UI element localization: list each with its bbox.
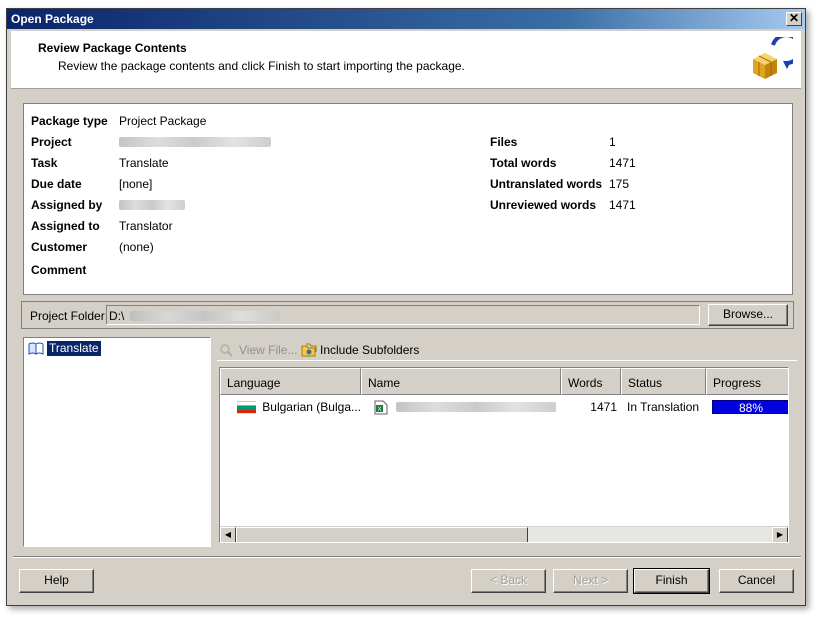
bulgaria-flag-icon <box>237 401 257 413</box>
page-subtitle: Review the package contents and click Fi… <box>58 59 465 73</box>
files-label: Files <box>490 135 518 149</box>
view-file-label: View File... <box>239 343 298 357</box>
customer-label: Customer <box>31 240 88 254</box>
scroll-thumb[interactable] <box>236 527 528 542</box>
help-button[interactable]: Help <box>19 569 94 593</box>
project-folder-path-redacted <box>129 311 280 321</box>
due-date-label: Due date <box>31 177 82 191</box>
package-type-label: Package type <box>31 114 108 128</box>
cancel-button[interactable]: Cancel <box>719 569 794 593</box>
wizard-header: Review Package Contents Review the packa… <box>11 31 801 89</box>
back-button[interactable]: < Back <box>471 569 546 593</box>
package-type-value: Project Package <box>119 114 207 128</box>
assigned-to-value: Translator <box>119 219 173 233</box>
close-button[interactable]: ✕ <box>786 12 802 26</box>
assigned-to-label: Assigned to <box>31 219 100 233</box>
footer-separator <box>13 556 801 558</box>
language-cell: Bulgarian (Bulga... <box>220 397 361 417</box>
finish-button[interactable]: Finish <box>633 568 710 594</box>
task-label: Task <box>31 156 58 170</box>
package-import-icon <box>753 37 793 79</box>
xml-file-icon: X <box>374 400 388 414</box>
page-title: Review Package Contents <box>38 41 187 55</box>
file-name-redacted <box>396 402 556 412</box>
comment-label: Comment <box>31 263 87 277</box>
project-folder-value: D:\ <box>109 309 125 323</box>
view-file-button[interactable]: View File... <box>219 343 297 357</box>
subfolders-icon <box>301 343 317 357</box>
project-folder-group: Project Folder: D:\ Browse... <box>21 301 794 329</box>
file-toolbar: View File... Include Subfolders <box>217 339 797 361</box>
magnifier-icon <box>220 344 233 357</box>
progress-bar: 88% <box>712 400 788 415</box>
scroll-left-icon[interactable]: ◀ <box>220 527 236 542</box>
words-cell: 1471 <box>590 400 617 414</box>
column-header-language[interactable]: Language <box>220 368 361 395</box>
project-folder-label: Project Folder: <box>30 309 109 323</box>
horizontal-scrollbar[interactable]: ◀ ▶ <box>220 526 788 542</box>
language-label: Bulgarian (Bulga... <box>262 400 361 414</box>
scroll-right-icon[interactable]: ▶ <box>772 527 788 542</box>
tree-item-label: Translate <box>47 340 101 356</box>
task-value: Translate <box>119 156 169 170</box>
name-cell: X <box>361 397 561 417</box>
title-bar[interactable]: Open Package ✕ <box>7 9 805 29</box>
table-row[interactable]: Bulgarian (Bulga... X 1471 In Translatio… <box>220 397 788 417</box>
column-header-progress[interactable]: Progress <box>706 368 788 395</box>
unreviewed-words-value: 1471 <box>609 198 636 212</box>
next-button[interactable]: Next > <box>553 569 628 593</box>
task-tree: Translate <box>23 337 211 547</box>
total-words-value: 1471 <box>609 156 636 170</box>
progress-cell: 88% <box>706 397 788 417</box>
untranslated-words-value: 175 <box>609 177 630 191</box>
files-value: 1 <box>609 135 616 149</box>
unreviewed-words-label: Unreviewed words <box>490 198 597 212</box>
close-icon: ✕ <box>788 11 800 25</box>
customer-value: (none) <box>119 240 154 254</box>
assigned-by-value-redacted <box>119 200 185 210</box>
open-package-dialog: Open Package ✕ Review Package Contents R… <box>6 8 806 606</box>
untranslated-words-label: Untranslated words <box>490 177 603 191</box>
svg-text:X: X <box>377 407 381 413</box>
table-header: Language Name Words Status Progress <box>220 368 788 395</box>
due-date-value: [none] <box>119 177 153 191</box>
files-table: Language Name Words Status Progress Bulg… <box>219 367 789 543</box>
task-book-icon <box>28 342 44 355</box>
column-header-words[interactable]: Words <box>561 368 621 395</box>
include-subfolders-label: Include Subfolders <box>320 343 420 357</box>
project-label: Project <box>31 135 72 149</box>
project-value-redacted <box>119 137 271 147</box>
tree-item-translate[interactable]: Translate <box>28 340 101 356</box>
window-title: Open Package <box>11 12 94 26</box>
total-words-label: Total words <box>490 156 557 170</box>
package-info-panel: Package type Project Package Project Tas… <box>23 103 793 295</box>
status-cell: In Translation <box>627 400 700 414</box>
column-header-status[interactable]: Status <box>621 368 706 395</box>
browse-button[interactable]: Browse... <box>708 304 788 326</box>
column-header-name[interactable]: Name <box>361 368 561 395</box>
include-subfolders-button[interactable]: Include Subfolders <box>301 343 419 357</box>
project-folder-field: D:\ <box>106 305 700 325</box>
assigned-by-label: Assigned by <box>31 198 103 212</box>
